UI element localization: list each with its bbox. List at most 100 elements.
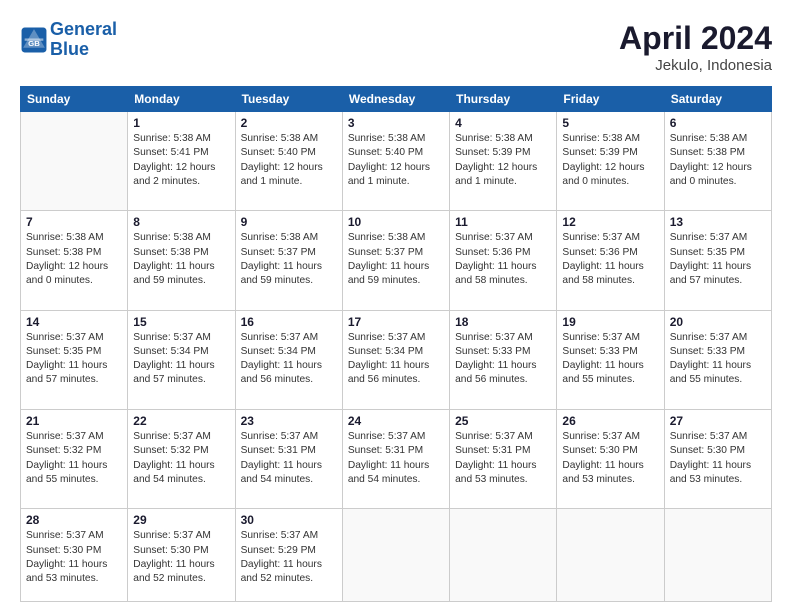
logo: GB General Blue [20, 20, 117, 60]
calendar-cell: 9 Sunrise: 5:38 AM Sunset: 5:37 PM Daylig… [235, 211, 342, 310]
day-number: 2 [241, 116, 337, 130]
calendar-cell: 30Sunrise: 5:37 AM Sunset: 5:29 PM Dayli… [235, 509, 342, 602]
day-info: Sunrise: 5:37 AM Sunset: 5:33 PM Dayligh… [562, 331, 658, 388]
title-block: April 2024 Jekulo, Indonesia [619, 20, 772, 74]
day-number: 24 [348, 414, 444, 428]
calendar-cell: 3 Sunrise: 5:38 AM Sunset: 5:40 PM Daylig… [342, 112, 449, 211]
day-info: Sunrise: 5:37 AM Sunset: 5:33 PM Dayligh… [670, 331, 766, 388]
day-number: 3 [348, 116, 444, 130]
calendar-cell: 7Sunrise: 5:38 AM Sunset: 5:38 PM Daylig… [21, 211, 128, 310]
day-number: 14 [26, 315, 122, 329]
calendar-cell [557, 509, 664, 602]
day-number: 26 [562, 414, 658, 428]
calendar-week-row: 1Sunrise: 5:38 AM Sunset: 5:41 PM Daylig… [21, 112, 772, 211]
calendar-cell: 18 Sunrise: 5:37 AM Sunset: 5:33 PM Dayli… [450, 310, 557, 409]
day-number: 17 [348, 315, 444, 329]
calendar-cell: 12 Sunrise: 5:37 AM Sunset: 5:36 PM Dayli… [557, 211, 664, 310]
day-info: Sunrise: 5:38 AM Sunset: 5:38 PM Dayligh… [133, 231, 229, 288]
logo-blue: Blue [50, 39, 89, 59]
calendar-week-row: 28 Sunrise: 5:37 AM Sunset: 5:30 PM Dayli… [21, 509, 772, 602]
day-info: Sunrise: 5:37 AM Sunset: 5:35 PM Dayligh… [670, 231, 766, 288]
day-info: Sunrise: 5:37 AM Sunset: 5:30 PM Dayligh… [670, 430, 766, 487]
calendar-cell [21, 112, 128, 211]
day-info: Sunrise: 5:37 AM Sunset: 5:30 PM Dayligh… [562, 430, 658, 487]
weekday-header: Friday [557, 87, 664, 112]
calendar-cell: 29Sunrise: 5:37 AM Sunset: 5:30 PM Dayli… [128, 509, 235, 602]
calendar: SundayMondayTuesdayWednesdayThursdayFrid… [20, 86, 772, 602]
calendar-cell: 22Sunrise: 5:37 AM Sunset: 5:32 PM Dayli… [128, 409, 235, 508]
day-info: Sunrise: 5:37 AM Sunset: 5:31 PM Dayligh… [455, 430, 551, 487]
day-info: Sunrise: 5:37 AM Sunset: 5:35 PM Dayligh… [26, 331, 122, 388]
day-info: Sunrise: 5:37 AM Sunset: 5:33 PM Dayligh… [455, 331, 551, 388]
calendar-cell: 14 Sunrise: 5:37 AM Sunset: 5:35 PM Dayli… [21, 310, 128, 409]
calendar-cell: 10 Sunrise: 5:38 AM Sunset: 5:37 PM Dayli… [342, 211, 449, 310]
day-info: Sunrise: 5:37 AM Sunset: 5:31 PM Dayligh… [348, 430, 444, 487]
day-number: 28 [26, 513, 122, 527]
calendar-cell: 24 Sunrise: 5:37 AM Sunset: 5:31 PM Dayli… [342, 409, 449, 508]
weekday-header: Saturday [664, 87, 771, 112]
calendar-cell: 21 Sunrise: 5:37 AM Sunset: 5:32 PM Dayli… [21, 409, 128, 508]
day-number: 21 [26, 414, 122, 428]
day-number: 12 [562, 215, 658, 229]
calendar-cell: 13 Sunrise: 5:37 AM Sunset: 5:35 PM Dayli… [664, 211, 771, 310]
day-number: 23 [241, 414, 337, 428]
day-info: Sunrise: 5:37 AM Sunset: 5:32 PM Dayligh… [26, 430, 122, 487]
calendar-cell: 17 Sunrise: 5:37 AM Sunset: 5:34 PM Dayli… [342, 310, 449, 409]
day-info: Sunrise: 5:38 AM Sunset: 5:40 PM Dayligh… [241, 132, 337, 189]
day-number: 13 [670, 215, 766, 229]
day-info: Sunrise: 5:38 AM Sunset: 5:39 PM Dayligh… [562, 132, 658, 189]
calendar-cell: 20Sunrise: 5:37 AM Sunset: 5:33 PM Dayli… [664, 310, 771, 409]
day-number: 25 [455, 414, 551, 428]
logo-general: General [50, 19, 117, 39]
calendar-cell [664, 509, 771, 602]
svg-text:GB: GB [28, 39, 40, 48]
calendar-cell: 27Sunrise: 5:37 AM Sunset: 5:30 PM Dayli… [664, 409, 771, 508]
day-info: Sunrise: 5:37 AM Sunset: 5:34 PM Dayligh… [241, 331, 337, 388]
day-number: 5 [562, 116, 658, 130]
calendar-cell: 19Sunrise: 5:37 AM Sunset: 5:33 PM Dayli… [557, 310, 664, 409]
calendar-cell: 26 Sunrise: 5:37 AM Sunset: 5:30 PM Dayli… [557, 409, 664, 508]
day-number: 9 [241, 215, 337, 229]
weekday-header: Sunday [21, 87, 128, 112]
weekday-header: Wednesday [342, 87, 449, 112]
page: GB General Blue April 2024 Jekulo, Indon… [0, 0, 792, 612]
day-info: Sunrise: 5:37 AM Sunset: 5:31 PM Dayligh… [241, 430, 337, 487]
weekday-header: Monday [128, 87, 235, 112]
calendar-cell: 11Sunrise: 5:37 AM Sunset: 5:36 PM Dayli… [450, 211, 557, 310]
day-info: Sunrise: 5:37 AM Sunset: 5:30 PM Dayligh… [26, 529, 122, 586]
day-info: Sunrise: 5:38 AM Sunset: 5:38 PM Dayligh… [670, 132, 766, 189]
weekday-header: Tuesday [235, 87, 342, 112]
day-number: 8 [133, 215, 229, 229]
day-number: 29 [133, 513, 229, 527]
calendar-cell: 28 Sunrise: 5:37 AM Sunset: 5:30 PM Dayli… [21, 509, 128, 602]
calendar-cell: 6 Sunrise: 5:38 AM Sunset: 5:38 PM Daylig… [664, 112, 771, 211]
day-info: Sunrise: 5:37 AM Sunset: 5:34 PM Dayligh… [348, 331, 444, 388]
location: Jekulo, Indonesia [619, 57, 772, 74]
day-number: 18 [455, 315, 551, 329]
day-info: Sunrise: 5:38 AM Sunset: 5:38 PM Dayligh… [26, 231, 122, 288]
calendar-week-row: 21 Sunrise: 5:37 AM Sunset: 5:32 PM Dayli… [21, 409, 772, 508]
calendar-cell: 8 Sunrise: 5:38 AM Sunset: 5:38 PM Daylig… [128, 211, 235, 310]
day-info: Sunrise: 5:38 AM Sunset: 5:37 PM Dayligh… [241, 231, 337, 288]
day-info: Sunrise: 5:38 AM Sunset: 5:37 PM Dayligh… [348, 231, 444, 288]
day-number: 6 [670, 116, 766, 130]
day-info: Sunrise: 5:37 AM Sunset: 5:36 PM Dayligh… [455, 231, 551, 288]
calendar-cell: 1Sunrise: 5:38 AM Sunset: 5:41 PM Daylig… [128, 112, 235, 211]
calendar-cell: 16Sunrise: 5:37 AM Sunset: 5:34 PM Dayli… [235, 310, 342, 409]
calendar-week-row: 14 Sunrise: 5:37 AM Sunset: 5:35 PM Dayli… [21, 310, 772, 409]
day-info: Sunrise: 5:37 AM Sunset: 5:36 PM Dayligh… [562, 231, 658, 288]
calendar-cell: 5 Sunrise: 5:38 AM Sunset: 5:39 PM Daylig… [557, 112, 664, 211]
general-blue-icon: GB [20, 26, 48, 54]
day-info: Sunrise: 5:37 AM Sunset: 5:29 PM Dayligh… [241, 529, 337, 586]
calendar-cell: 23 Sunrise: 5:37 AM Sunset: 5:31 PM Dayli… [235, 409, 342, 508]
day-info: Sunrise: 5:38 AM Sunset: 5:40 PM Dayligh… [348, 132, 444, 189]
day-number: 10 [348, 215, 444, 229]
calendar-cell: 2 Sunrise: 5:38 AM Sunset: 5:40 PM Daylig… [235, 112, 342, 211]
day-info: Sunrise: 5:38 AM Sunset: 5:39 PM Dayligh… [455, 132, 551, 189]
calendar-cell [450, 509, 557, 602]
day-info: Sunrise: 5:38 AM Sunset: 5:41 PM Dayligh… [133, 132, 229, 189]
calendar-cell: 25 Sunrise: 5:37 AM Sunset: 5:31 PM Dayli… [450, 409, 557, 508]
day-info: Sunrise: 5:37 AM Sunset: 5:34 PM Dayligh… [133, 331, 229, 388]
calendar-cell: 4Sunrise: 5:38 AM Sunset: 5:39 PM Daylig… [450, 112, 557, 211]
calendar-body: 1Sunrise: 5:38 AM Sunset: 5:41 PM Daylig… [21, 112, 772, 602]
